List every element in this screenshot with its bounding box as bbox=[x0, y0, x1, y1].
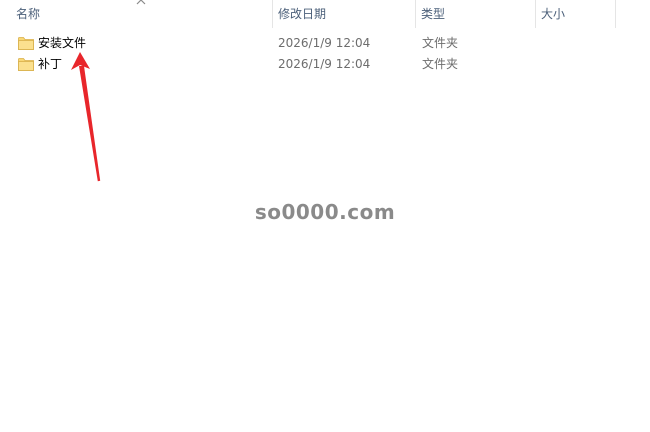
file-explorer: 名称 修改日期 类型 大小 安装文件 2026/1/9 12:04 文件夹 补丁… bbox=[0, 0, 650, 432]
column-header-name-label: 名称 bbox=[16, 7, 41, 21]
file-row[interactable]: 补丁 2026/1/9 12:04 文件夹 bbox=[0, 54, 650, 75]
file-name: 安装文件 bbox=[38, 36, 87, 50]
column-header-modified-label: 修改日期 bbox=[278, 7, 327, 21]
column-header-modified[interactable]: 修改日期 bbox=[272, 0, 415, 28]
sort-ascending-icon bbox=[136, 0, 146, 5]
column-header-bar: 名称 修改日期 类型 大小 bbox=[0, 0, 650, 28]
column-header-type[interactable]: 类型 bbox=[415, 0, 535, 28]
file-modified: 2026/1/9 12:04 bbox=[278, 57, 371, 71]
folder-icon bbox=[18, 58, 34, 71]
file-row[interactable]: 安装文件 2026/1/9 12:04 文件夹 bbox=[0, 33, 650, 54]
file-name: 补丁 bbox=[38, 57, 63, 71]
file-type: 文件夹 bbox=[422, 36, 459, 50]
file-type: 文件夹 bbox=[422, 57, 459, 71]
column-header-type-label: 类型 bbox=[421, 7, 446, 21]
column-header-size-label: 大小 bbox=[541, 7, 566, 21]
file-modified: 2026/1/9 12:04 bbox=[278, 36, 371, 50]
watermark-text: so0000.com bbox=[254, 200, 396, 224]
folder-icon bbox=[18, 37, 34, 50]
column-header-size[interactable]: 大小 bbox=[535, 0, 615, 28]
column-divider[interactable] bbox=[615, 0, 616, 28]
